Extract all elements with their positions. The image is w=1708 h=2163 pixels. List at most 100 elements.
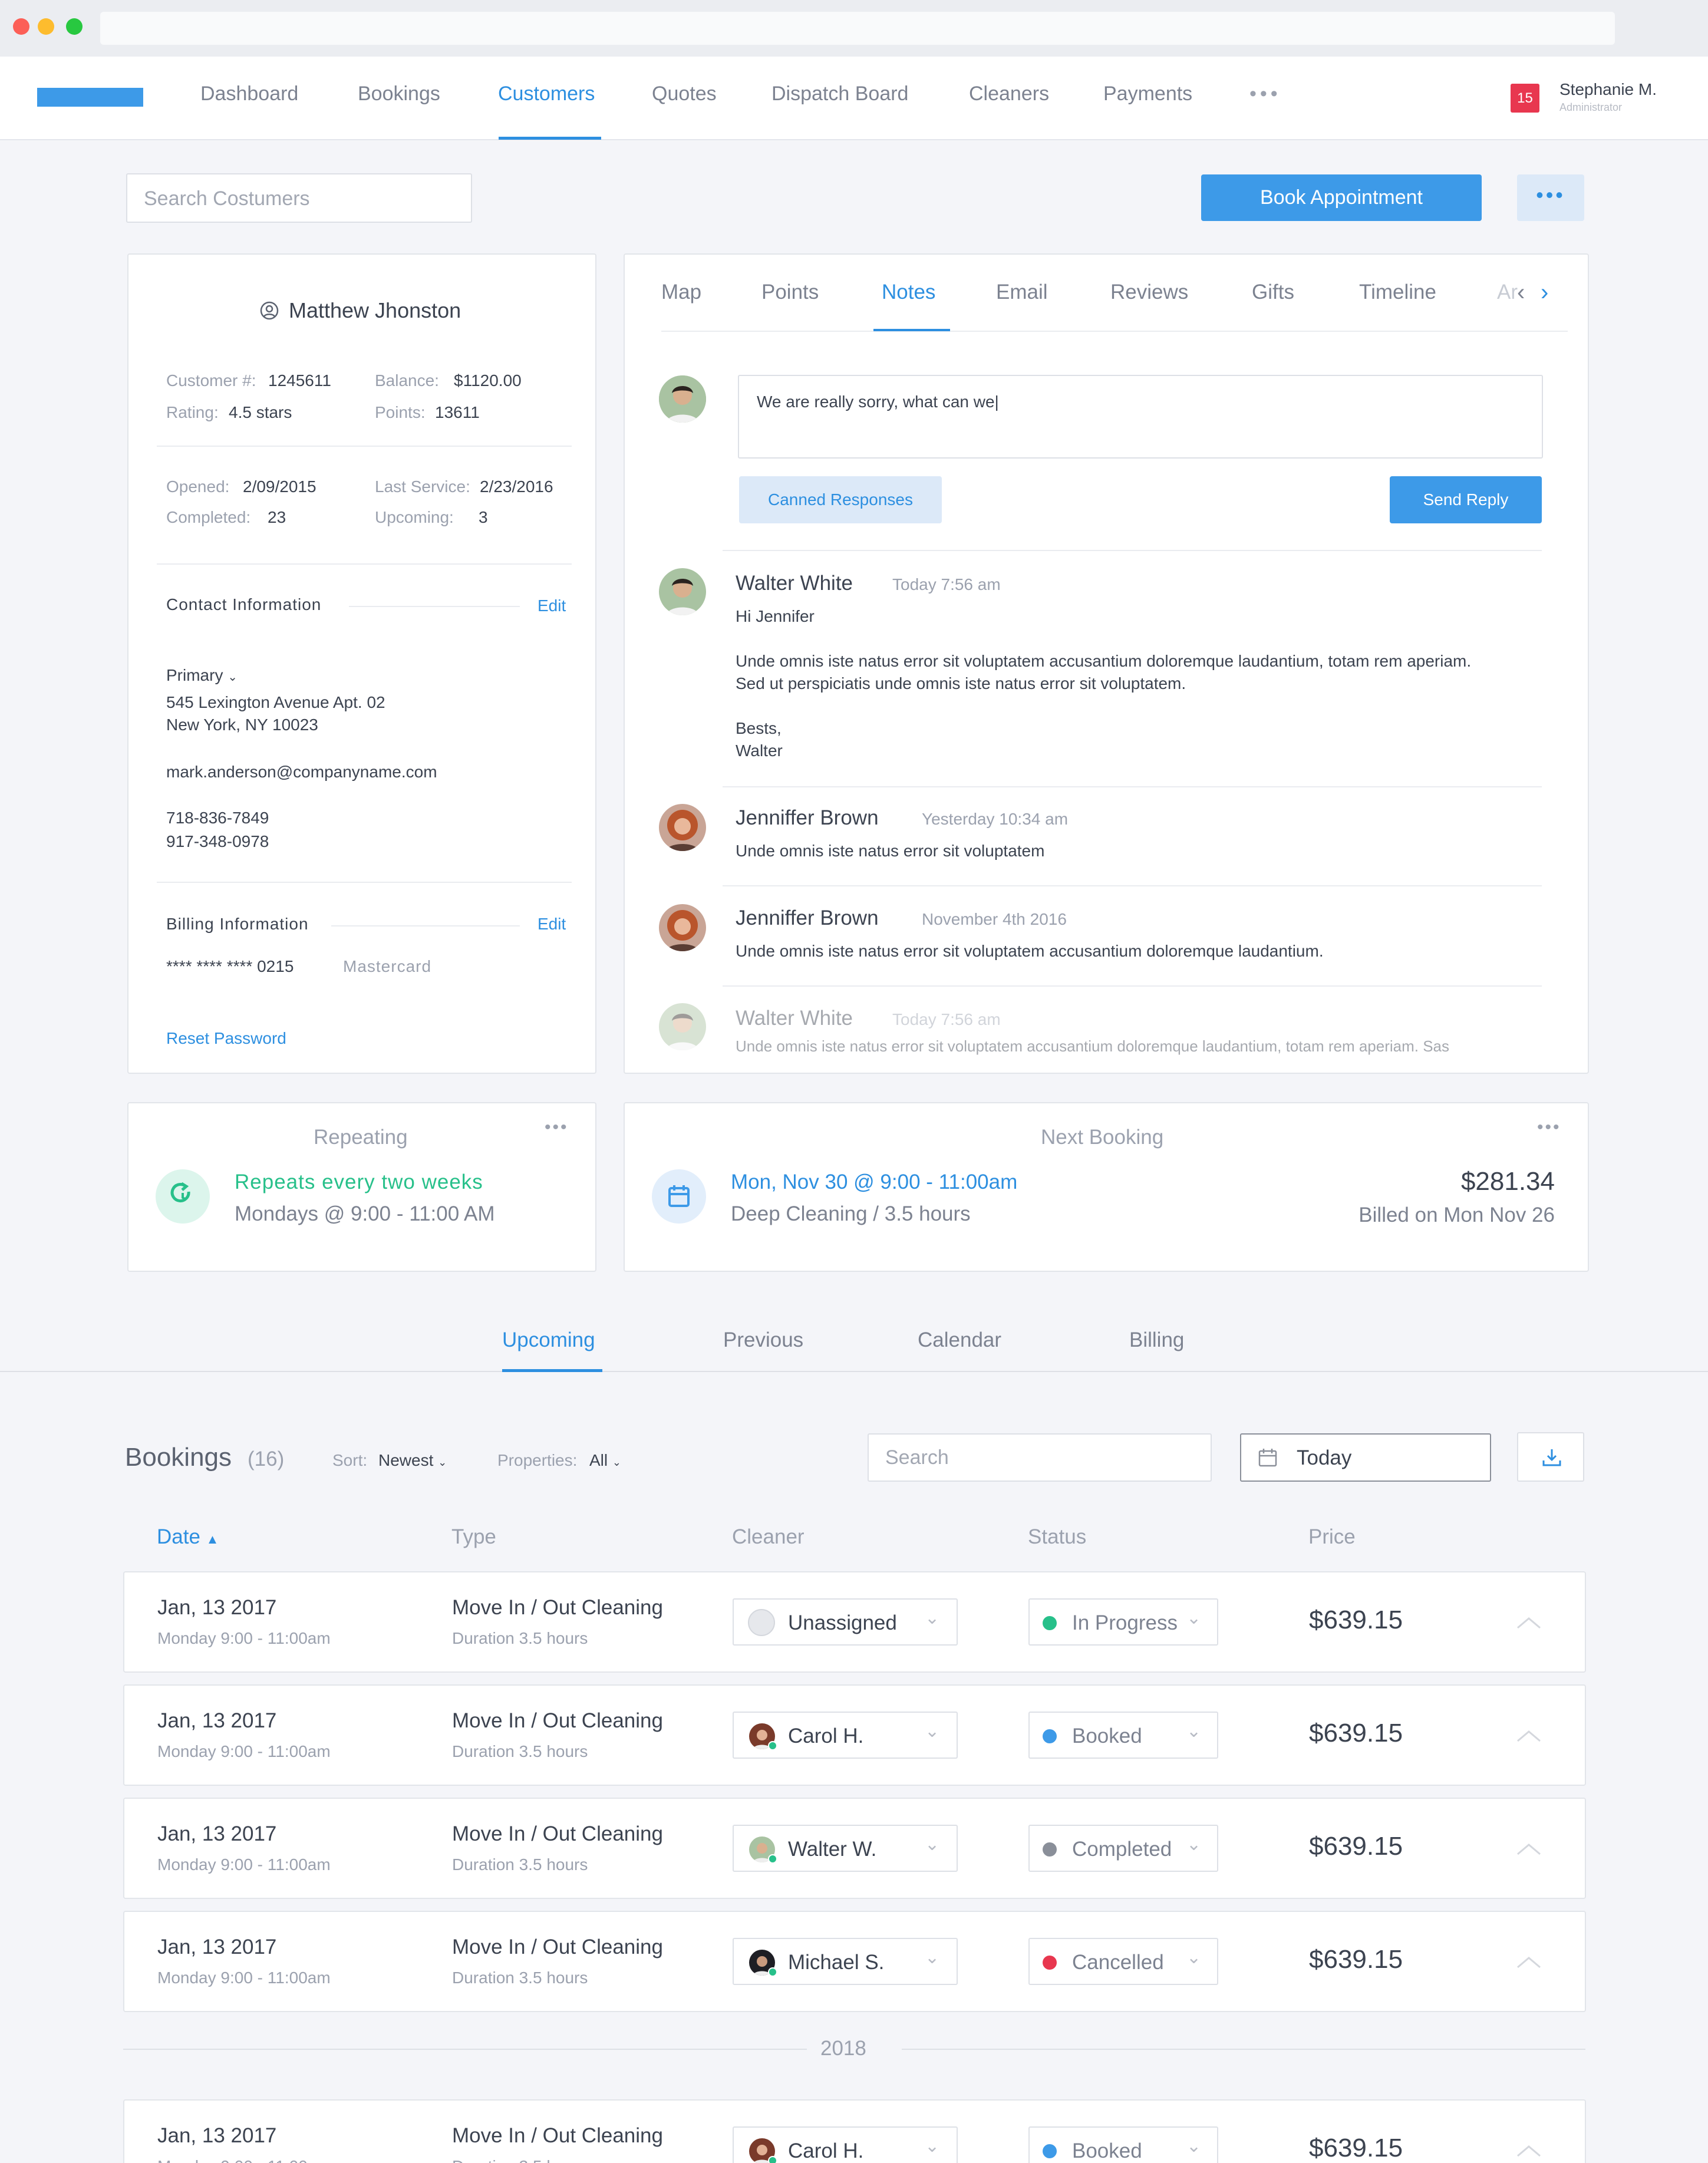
expand-row-icon[interactable]: [1514, 2137, 1544, 2163]
column-type[interactable]: Type: [451, 1525, 496, 1549]
chevron-down-icon: ⌄: [1186, 1722, 1202, 1741]
more-actions-button[interactable]: •••: [1517, 174, 1584, 221]
user-name[interactable]: Stephanie M.: [1559, 80, 1657, 99]
status-select[interactable]: Booked ⌄: [1028, 2126, 1218, 2163]
nav-customers[interactable]: Customers: [498, 83, 595, 105]
nav-more-icon[interactable]: •••: [1249, 83, 1281, 105]
user-avatar: [659, 375, 706, 423]
phone-2[interactable]: 917-348-0978: [166, 832, 269, 851]
status-select[interactable]: Booked ⌄: [1028, 1712, 1218, 1759]
column-price[interactable]: Price: [1308, 1525, 1356, 1549]
message-faded: Walter White Today 7:56 am Unde omnis is…: [637, 996, 1574, 1061]
maximize-window-icon[interactable]: [66, 18, 83, 35]
chevron-down-icon: ⌄: [227, 671, 238, 684]
close-window-icon[interactable]: [13, 18, 29, 35]
tab-billing[interactable]: Billing: [1129, 1328, 1184, 1352]
cleaner-select[interactable]: Carol H. ⌄: [733, 1712, 958, 1759]
status-label: Cancelled: [1072, 1951, 1164, 1974]
repeating-menu-icon[interactable]: •••: [545, 1117, 569, 1137]
tab-map[interactable]: Map: [661, 281, 701, 304]
message-line: Unde omnis iste natus error sit voluptat…: [736, 652, 1472, 670]
nav-quotes[interactable]: Quotes: [652, 83, 717, 105]
reset-password-link[interactable]: Reset Password: [166, 1029, 286, 1048]
nav-cleaners[interactable]: Cleaners: [969, 83, 1049, 105]
primary-address-selector[interactable]: Primary ⌄: [166, 666, 238, 685]
nav-dispatch-board[interactable]: Dispatch Board: [771, 83, 908, 105]
expand-row-icon[interactable]: [1514, 1609, 1544, 1638]
booking-date: Jan, 13 2017: [157, 1822, 277, 1845]
table-row[interactable]: Jan, 13 2017 Monday 9:00 - 11:00am Move …: [123, 1571, 1586, 1673]
address-bar[interactable]: [100, 12, 1615, 45]
tab-email[interactable]: Email: [996, 281, 1048, 304]
message-author: Jenniffer Brown: [736, 906, 879, 929]
table-row[interactable]: Jan, 13 2017 Monday 9:00 - 11:00am Move …: [123, 2099, 1586, 2163]
status-dot: [1043, 1956, 1057, 1970]
bookings-search-input[interactable]: Search: [868, 1433, 1212, 1482]
book-appointment-button[interactable]: Book Appointment: [1201, 174, 1482, 221]
nav-payments[interactable]: Payments: [1103, 83, 1192, 105]
date-filter[interactable]: Today: [1240, 1433, 1491, 1482]
phone-1[interactable]: 718-836-7849: [166, 809, 269, 827]
tab-notes[interactable]: Notes: [882, 281, 935, 304]
brand-logo[interactable]: [37, 88, 143, 107]
edit-contact-link[interactable]: Edit: [538, 596, 566, 615]
status-select[interactable]: Completed ⌄: [1028, 1825, 1218, 1872]
properties-dropdown[interactable]: All ⌄: [589, 1451, 621, 1470]
booking-type: Move In / Out Cleaning: [452, 1936, 663, 1958]
table-row[interactable]: Jan, 13 2017 Monday 9:00 - 11:00am Move …: [123, 1911, 1586, 2012]
tab-gifts[interactable]: Gifts: [1252, 281, 1294, 304]
tab-previous[interactable]: Previous: [723, 1328, 803, 1352]
cleaner-select[interactable]: Walter W. ⌄: [733, 1825, 958, 1872]
tab-reviews[interactable]: Reviews: [1110, 281, 1188, 304]
sort-dropdown[interactable]: Newest ⌄: [378, 1451, 447, 1470]
divider: [723, 550, 1542, 551]
status-select[interactable]: In Progress ⌄: [1028, 1598, 1218, 1646]
tab-calendar[interactable]: Calendar: [918, 1328, 1001, 1352]
status-dot: [1043, 1616, 1057, 1630]
bookings-count: (16): [248, 1448, 285, 1470]
notification-badge[interactable]: 15: [1511, 84, 1539, 113]
reply-input[interactable]: We are really sorry, what can we|: [738, 375, 1543, 459]
message-author: Walter White: [736, 1007, 853, 1030]
cleaner-select[interactable]: Unassigned ⌄: [733, 1598, 958, 1646]
next-booking-price: $281.34: [1460, 1167, 1555, 1196]
primary-label: Primary: [166, 666, 223, 684]
tabs-prev-icon[interactable]: ‹: [1517, 279, 1525, 306]
divider: [349, 606, 520, 607]
column-cleaner[interactable]: Cleaner: [732, 1525, 804, 1549]
chevron-down-icon: ⌄: [925, 2136, 940, 2156]
customer-email[interactable]: mark.anderson@companyname.com: [166, 763, 437, 782]
column-status[interactable]: Status: [1028, 1525, 1086, 1549]
canned-responses-button[interactable]: Canned Responses: [739, 476, 942, 523]
booking-price: $639.15: [1309, 1832, 1403, 1861]
message-author: Jenniffer Brown: [736, 806, 879, 829]
message-line: Sed ut perspiciatis unde omnis iste natu…: [736, 674, 1186, 693]
cleaner-select[interactable]: Carol H. ⌄: [733, 2126, 958, 2163]
table-row[interactable]: Jan, 13 2017 Monday 9:00 - 11:00am Move …: [123, 1798, 1586, 1899]
opened-value: 2/09/2015: [243, 477, 316, 496]
minimize-window-icon[interactable]: [38, 18, 54, 35]
bookings-title: Bookings: [125, 1443, 232, 1472]
customer-search-input[interactable]: Search Costumers: [126, 173, 472, 223]
status-select[interactable]: Cancelled ⌄: [1028, 1938, 1218, 1985]
next-booking-menu-icon[interactable]: •••: [1537, 1117, 1561, 1137]
tab-truncated[interactable]: Ar: [1497, 281, 1518, 304]
send-reply-button[interactable]: Send Reply: [1390, 476, 1542, 523]
table-row[interactable]: Jan, 13 2017 Monday 9:00 - 11:00am Move …: [123, 1684, 1586, 1786]
edit-billing-link[interactable]: Edit: [538, 915, 566, 934]
tab-points[interactable]: Points: [761, 281, 819, 304]
last-service-value: 2/23/2016: [480, 477, 553, 496]
expand-row-icon[interactable]: [1514, 1835, 1544, 1865]
nav-dashboard[interactable]: Dashboard: [200, 83, 298, 105]
cleaner-select[interactable]: Michael S. ⌄: [733, 1938, 958, 1985]
next-booking-when[interactable]: Mon, Nov 30 @ 9:00 - 11:00am: [731, 1170, 1017, 1194]
expand-row-icon[interactable]: [1514, 1948, 1544, 1978]
message-time: Today 7:56 am: [892, 575, 1001, 593]
nav-bookings[interactable]: Bookings: [358, 83, 440, 105]
tab-upcoming[interactable]: Upcoming: [502, 1328, 595, 1352]
export-button[interactable]: [1517, 1432, 1584, 1482]
tabs-next-icon[interactable]: ›: [1541, 279, 1548, 306]
column-date[interactable]: Date ▲: [157, 1525, 219, 1549]
tab-timeline[interactable]: Timeline: [1359, 281, 1436, 304]
expand-row-icon[interactable]: [1514, 1722, 1544, 1752]
